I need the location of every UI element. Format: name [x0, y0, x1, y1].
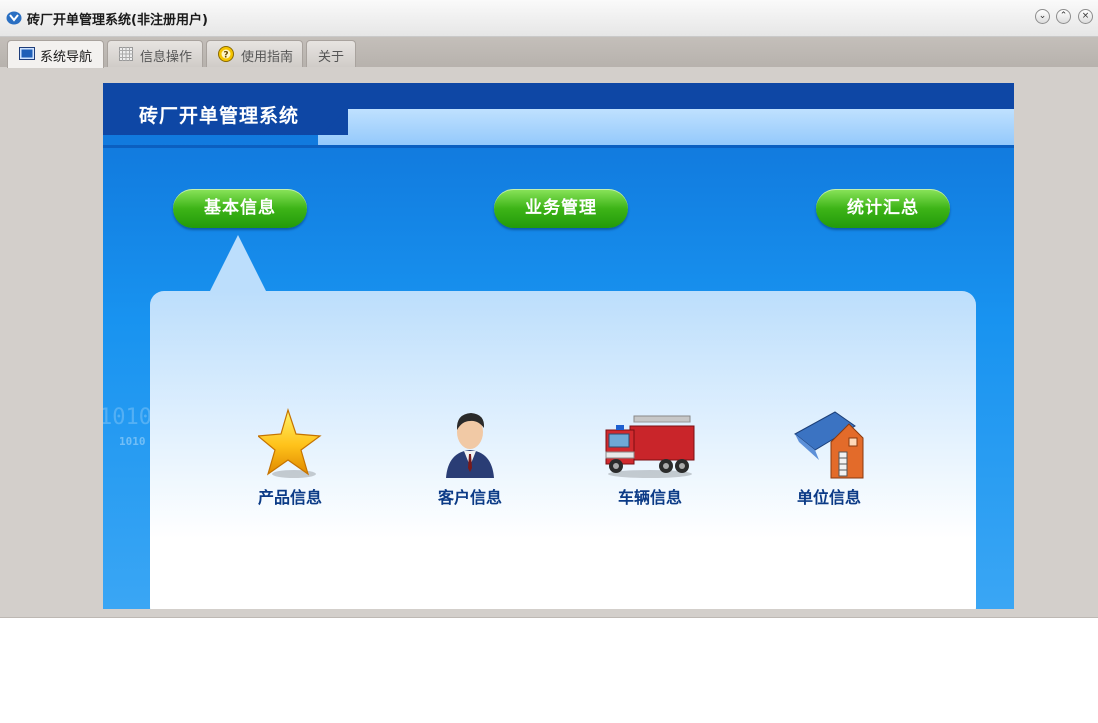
building-icon: [794, 411, 864, 479]
product-info-item[interactable]: 产品信息: [235, 408, 345, 507]
header-slant: [321, 109, 347, 135]
maximize-icon[interactable]: ⌃: [1056, 9, 1071, 24]
item-label: 车辆信息: [617, 488, 682, 507]
svg-text:?: ?: [223, 51, 228, 61]
tab-user-guide[interactable]: ? 使用指南: [206, 40, 303, 67]
window-title: 砖厂开单管理系统(非注册用户): [27, 13, 208, 28]
bubble-pointer: [209, 235, 267, 293]
category-statistics-summary-button[interactable]: 统计汇总: [816, 189, 950, 228]
monitor-icon: [19, 47, 35, 60]
minimize-icon[interactable]: ⌄: [1035, 9, 1050, 24]
app-logo-icon: [6, 11, 22, 25]
star-icon: [258, 408, 322, 478]
header-divider: [103, 145, 1014, 148]
item-label: 客户信息: [437, 488, 502, 507]
tab-label: 信息操作: [140, 50, 193, 65]
tab-label: 系统导航: [40, 50, 93, 65]
vehicle-info-item[interactable]: 车辆信息: [595, 408, 705, 507]
tab-about[interactable]: 关于: [306, 40, 356, 67]
person-icon: [446, 413, 494, 478]
unit-info-item[interactable]: 单位信息: [774, 408, 884, 507]
navigation-panel: 砖厂开单管理系统 1010 1010 基本信息 业务管理 统计汇总 产品信息 客…: [103, 83, 1014, 609]
item-label: 单位信息: [796, 488, 861, 507]
category-business-management-button[interactable]: 业务管理: [494, 189, 628, 228]
title-bar[interactable]: 砖厂开单管理系统(非注册用户) ⌄ ⌃ ×: [0, 0, 1098, 37]
app-window: 砖厂开单管理系统(非注册用户) ⌄ ⌃ × 系统导航 信息操作 ? 使用指南 关…: [0, 0, 1098, 618]
item-label: 产品信息: [257, 488, 322, 507]
close-icon[interactable]: ×: [1078, 9, 1093, 24]
panel-title: 砖厂开单管理系统: [139, 105, 300, 127]
truck-icon: [605, 415, 695, 478]
decor-binary-text-small: 1010: [119, 435, 146, 448]
grid-icon: [119, 47, 133, 61]
customer-info-item[interactable]: 客户信息: [415, 408, 525, 507]
help-icon: ?: [218, 46, 234, 62]
header-light-band: [318, 109, 1014, 145]
tab-label: 使用指南: [241, 50, 294, 65]
decor-binary-text: 1010: [103, 405, 152, 430]
tab-info-operations[interactable]: 信息操作: [107, 40, 203, 67]
tab-strip: 系统导航 信息操作 ? 使用指南 关于: [0, 37, 1098, 68]
category-basic-info-button[interactable]: 基本信息: [173, 189, 307, 228]
tab-label: 关于: [318, 50, 345, 65]
tab-system-navigation[interactable]: 系统导航: [7, 40, 104, 68]
